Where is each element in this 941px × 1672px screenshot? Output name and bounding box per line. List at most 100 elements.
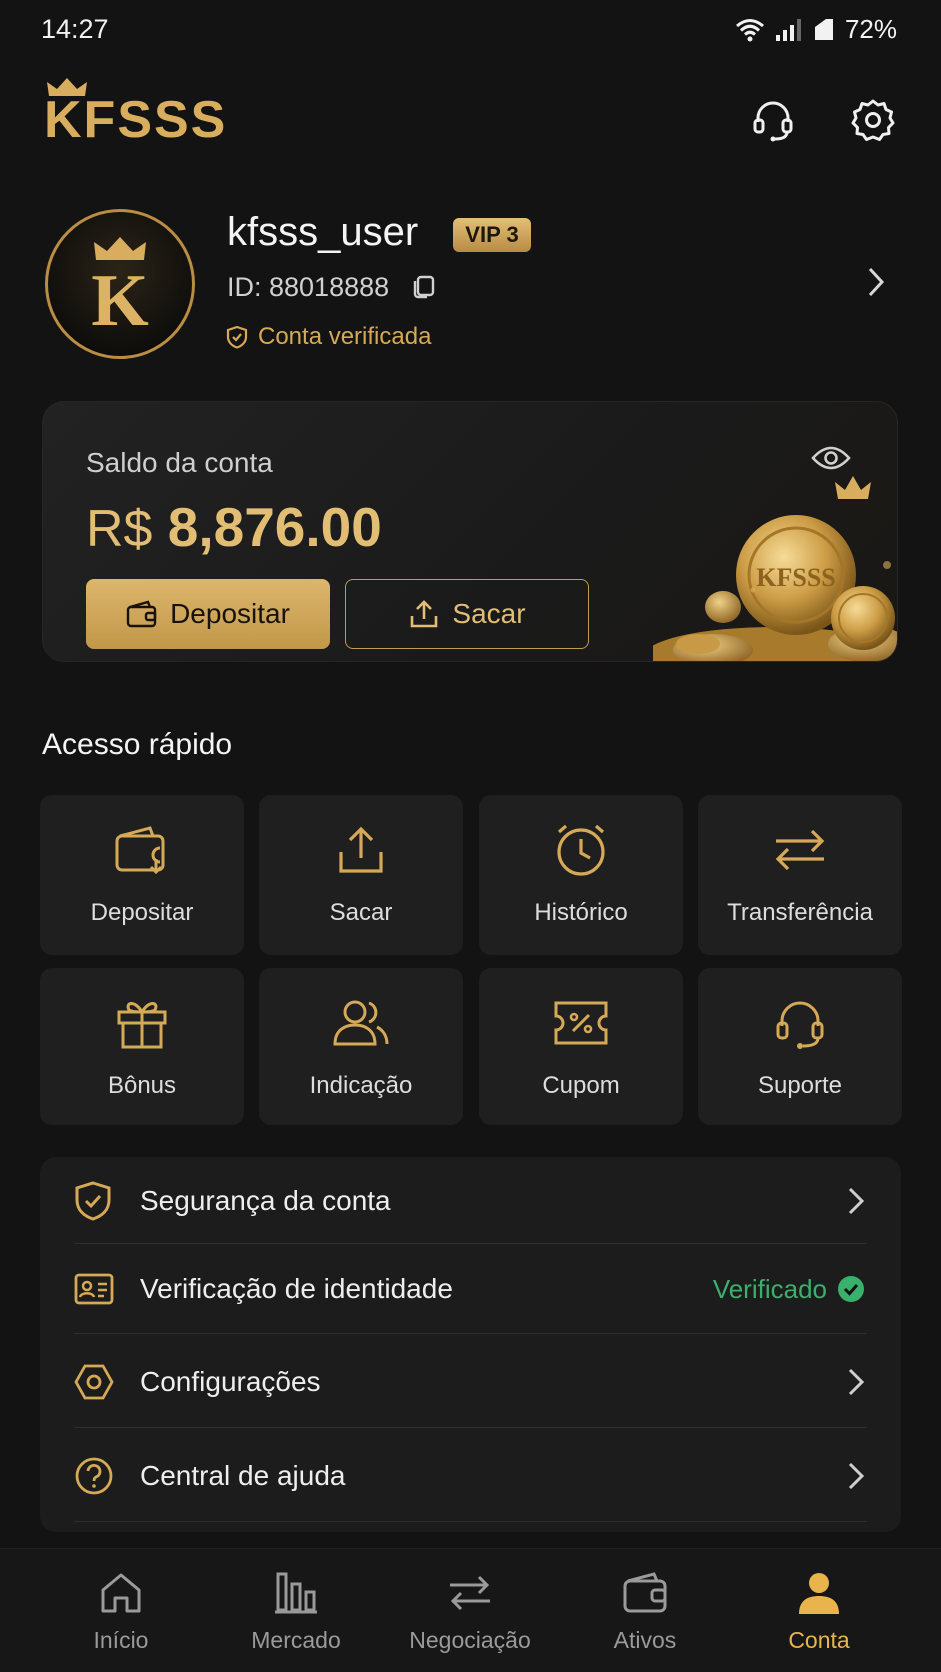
nav-assets[interactable]: Ativos xyxy=(565,1549,725,1654)
gear-icon xyxy=(851,99,895,141)
verified-account-label: Conta verificada xyxy=(258,323,432,350)
nav-account-label: Conta xyxy=(788,1627,850,1653)
avatar-letter: K xyxy=(91,259,149,342)
quick-access-title: Acesso rápido xyxy=(42,728,233,761)
verified-account-row: Conta verificada xyxy=(226,323,431,351)
menu-divider xyxy=(74,1521,867,1522)
menu-help-center[interactable]: Central de ajuda xyxy=(40,1432,901,1520)
quick-history[interactable]: Histórico xyxy=(479,795,683,955)
hexagon-gear-icon xyxy=(74,1364,114,1400)
menu-settings[interactable]: Configurações xyxy=(40,1338,901,1426)
headset-icon xyxy=(753,101,793,142)
quick-coupon-label: Cupom xyxy=(542,1072,620,1099)
menu-divider xyxy=(74,1333,867,1334)
profile-details-button[interactable] xyxy=(866,266,886,303)
menu-settings-label: Configurações xyxy=(140,1366,321,1397)
balance-value: 8,876.00 xyxy=(167,496,382,558)
quick-support[interactable]: Suporte xyxy=(698,968,902,1125)
wifi-icon xyxy=(735,18,764,41)
avatar-crown-icon xyxy=(94,237,146,260)
menu-identity-verification-label: Verificação de identidade xyxy=(140,1273,453,1304)
menu-divider xyxy=(74,1427,867,1428)
quick-withdraw[interactable]: Sacar xyxy=(259,795,463,955)
deposit-button-label: Depositar xyxy=(170,598,290,629)
withdraw-button-label: Sacar xyxy=(452,598,526,629)
avatar[interactable]: K xyxy=(45,209,195,359)
menu-account-security-label: Segurança da conta xyxy=(140,1185,391,1216)
check-circle-icon xyxy=(838,1276,864,1302)
nav-home[interactable]: Início xyxy=(41,1549,201,1654)
id-card-icon xyxy=(74,1273,114,1305)
quick-history-label: Histórico xyxy=(534,899,628,926)
menu-divider xyxy=(74,1243,867,1244)
headset-icon xyxy=(776,1001,824,1049)
quick-referral-label: Indicação xyxy=(309,1072,413,1099)
quick-bonus[interactable]: Bônus xyxy=(40,968,244,1125)
balance-label: Saldo da conta xyxy=(86,447,273,478)
gift-icon xyxy=(117,1002,167,1049)
chevron-right-icon xyxy=(848,1368,865,1396)
quick-withdraw-label: Sacar xyxy=(329,899,393,926)
shield-check-icon xyxy=(226,325,248,349)
status-indicators: 72% xyxy=(735,14,897,45)
gold-coins-illustration: KFSSS xyxy=(653,476,897,661)
balance-card: Saldo da conta R$ 8,876.00 Depositar Sac… xyxy=(42,401,898,662)
balance-amount: R$ 8,876.00 xyxy=(86,495,382,559)
balance-currency: R$ xyxy=(86,500,153,558)
withdraw-button[interactable]: Sacar xyxy=(345,579,589,649)
nav-trading-label: Negociação xyxy=(409,1627,531,1653)
signal-icon xyxy=(775,18,801,41)
user-icon xyxy=(799,1573,839,1614)
chevron-right-icon xyxy=(868,267,885,297)
identity-status-label: Verificado xyxy=(712,1273,827,1304)
brand-logo: KFSSS xyxy=(44,78,244,149)
transfer-arrows-icon xyxy=(775,829,825,871)
wallet-icon xyxy=(126,600,157,628)
home-icon xyxy=(101,1573,141,1613)
nav-market[interactable]: Mercado xyxy=(216,1549,376,1654)
settings-menu: Segurança da conta Verificação de identi… xyxy=(40,1157,901,1532)
bottom-navigation: Início Mercado Negociação Ativos Conta xyxy=(0,1548,941,1672)
upload-icon xyxy=(411,600,438,628)
status-time: 14:27 xyxy=(41,14,109,44)
identity-status: Verificado xyxy=(713,1274,865,1305)
quick-referral[interactable]: Indicação xyxy=(259,968,463,1125)
copy-id-button[interactable] xyxy=(410,274,436,305)
user-id: ID: 88018888 xyxy=(227,272,390,302)
quick-support-label: Suporte xyxy=(757,1072,843,1099)
wallet-deposit-icon xyxy=(115,826,165,875)
battery-percent: 72% xyxy=(844,14,897,44)
quick-transfer[interactable]: Transferência xyxy=(698,795,902,955)
coupon-icon xyxy=(554,1001,608,1045)
users-icon xyxy=(333,1000,389,1046)
trade-arrows-icon xyxy=(450,1575,490,1611)
deposit-button[interactable]: Depositar xyxy=(86,579,330,649)
settings-button[interactable] xyxy=(847,94,899,146)
market-chart-icon xyxy=(275,1572,317,1614)
menu-help-center-label: Central de ajuda xyxy=(140,1460,346,1491)
nav-account[interactable]: Conta xyxy=(739,1549,899,1654)
chevron-right-icon xyxy=(848,1187,865,1215)
quick-deposit[interactable]: Depositar xyxy=(40,795,244,955)
question-circle-icon xyxy=(75,1457,113,1495)
nav-trading[interactable]: Negociação xyxy=(390,1549,550,1654)
vip-badge: VIP 3 xyxy=(453,218,531,252)
wallet-icon xyxy=(623,1572,667,1613)
support-button[interactable] xyxy=(747,94,799,146)
quick-bonus-label: Bônus xyxy=(107,1072,177,1099)
quick-deposit-label: Depositar xyxy=(90,899,194,926)
quick-coupon[interactable]: Cupom xyxy=(479,968,683,1125)
quick-transfer-label: Transferência xyxy=(727,899,873,926)
menu-account-security[interactable]: Segurança da conta xyxy=(40,1157,901,1245)
upload-icon xyxy=(339,826,383,873)
nav-assets-label: Ativos xyxy=(613,1627,677,1653)
brand-name: KFSSS xyxy=(44,91,228,149)
username: kfsss_user xyxy=(227,210,419,254)
chevron-right-icon xyxy=(848,1462,865,1490)
nav-market-label: Mercado xyxy=(251,1627,341,1653)
coin-text: KFSSS xyxy=(756,563,836,592)
nav-home-label: Início xyxy=(93,1627,149,1653)
battery-icon xyxy=(814,18,833,40)
shield-check-icon xyxy=(75,1181,111,1221)
menu-identity-verification[interactable]: Verificação de identidade Verificado xyxy=(40,1245,901,1333)
